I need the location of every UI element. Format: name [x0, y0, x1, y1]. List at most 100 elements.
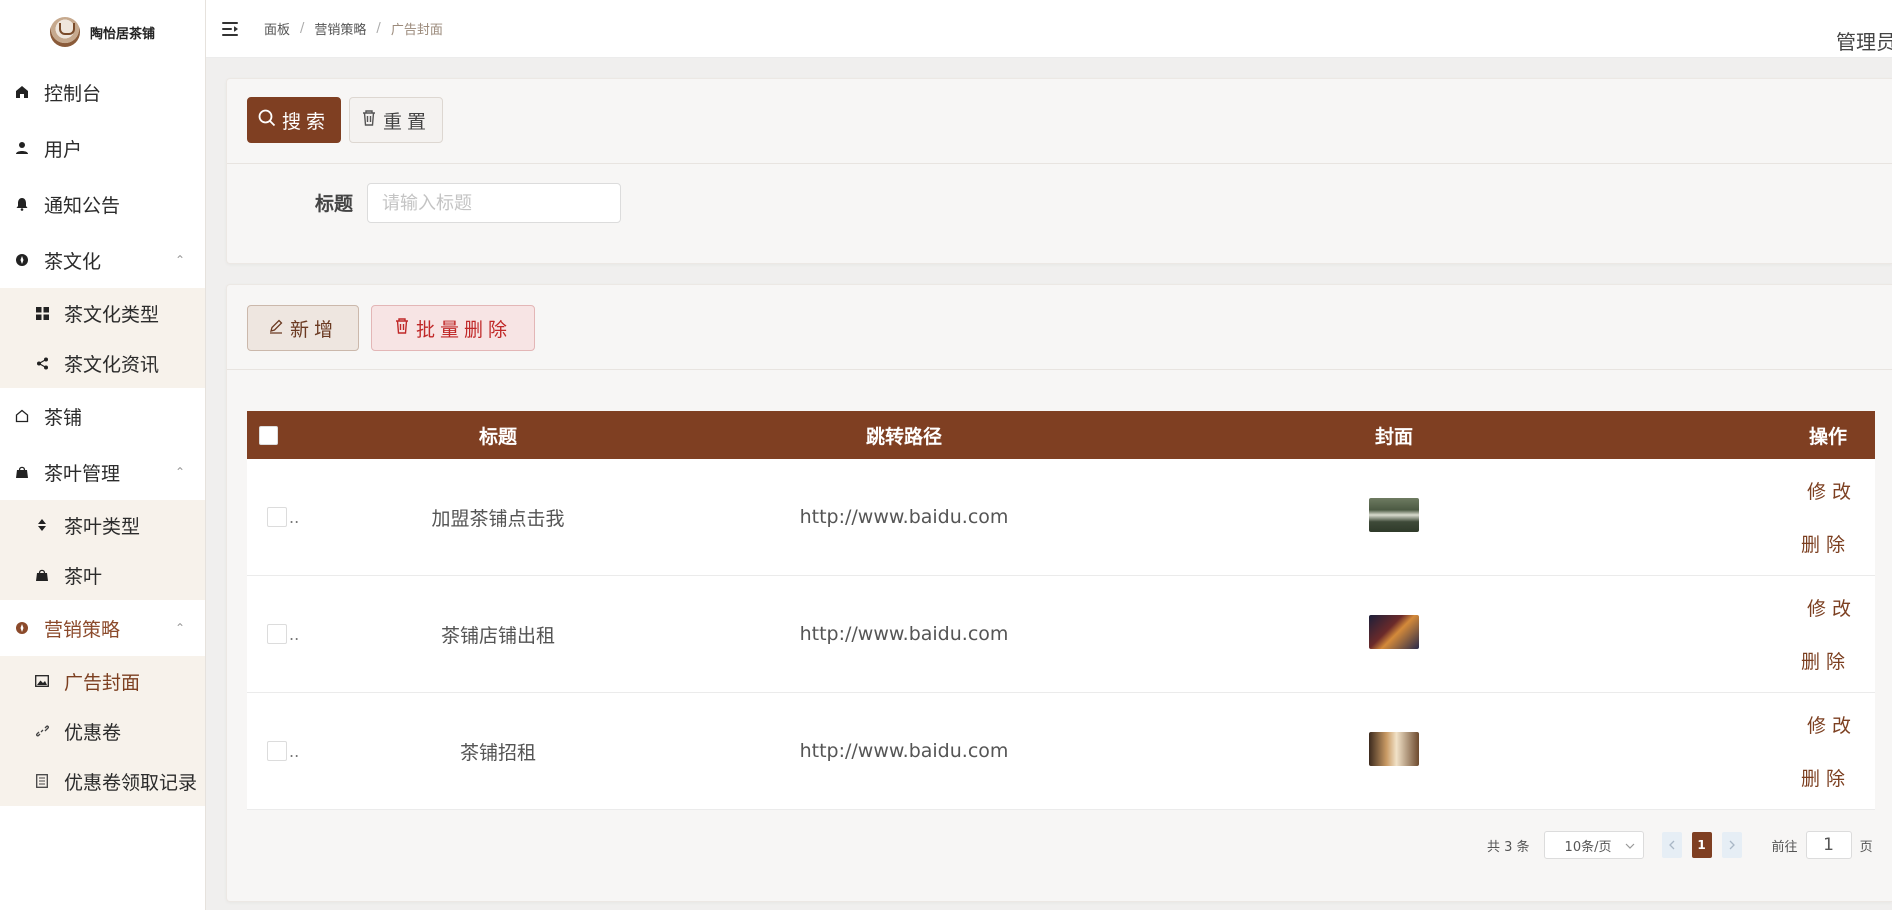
sort-icon	[34, 517, 50, 533]
sidebar-item-label: 茶叶管理	[44, 462, 121, 485]
title-search-input[interactable]	[367, 183, 621, 223]
page-number-current[interactable]: 1	[1691, 832, 1712, 858]
submenu-tea-culture: 茶文化类型 茶文化资讯	[0, 288, 205, 388]
sidebar-item-label: 茶叶	[64, 565, 103, 588]
teapot-logo-icon	[49, 17, 80, 47]
bag-icon	[34, 567, 50, 583]
chevron-down-icon	[1625, 838, 1635, 853]
share-icon	[34, 355, 50, 371]
breadcrumb-item-current: 广告封面	[390, 23, 443, 38]
row-url: http://www.baidu.com	[799, 506, 1009, 528]
breadcrumb-item-panel[interactable]: 面板	[264, 19, 290, 38]
sidebar-item-tea-management[interactable]: 茶叶管理 ⌃	[0, 444, 205, 500]
sidebar-item-label: 茶文化	[44, 250, 102, 273]
image-icon	[34, 673, 50, 689]
edit-link[interactable]: 修改	[1807, 594, 1857, 621]
sidebar-item-coupon-records[interactable]: 优惠卷领取记录	[0, 756, 205, 806]
sidebar-item-tea-shop[interactable]: 茶铺	[0, 388, 205, 444]
grid-icon	[34, 305, 50, 321]
reset-button-label: 重置	[382, 110, 431, 133]
row-title: 茶铺招租	[459, 741, 536, 764]
delete-link[interactable]: 删除	[1801, 647, 1851, 674]
edit-link[interactable]: 修改	[1807, 477, 1857, 504]
menu-toggle-icon[interactable]	[222, 21, 240, 36]
sidebar-item-notices[interactable]: 通知公告	[0, 176, 205, 232]
header-url: 跳转路径	[865, 425, 942, 448]
admin-menu[interactable]: 管理员	[1836, 26, 1892, 55]
sidebar-item-coupons[interactable]: 优惠卷	[0, 706, 205, 756]
user-icon	[14, 140, 30, 156]
delete-link[interactable]: 删除	[1801, 530, 1851, 557]
sidebar-item-marketing[interactable]: 营销策略 ⌃	[0, 600, 205, 656]
pagination-total: 共 3 条	[1487, 839, 1530, 855]
edit-link[interactable]: 修改	[1807, 711, 1857, 738]
goto-page: 前往 1 页	[1772, 831, 1873, 859]
batch-delete-button[interactable]: 批量删除	[371, 305, 535, 351]
sidebar-item-ad-cover[interactable]: 广告封面	[0, 656, 205, 706]
cover-image[interactable]	[1369, 614, 1419, 649]
sidebar-item-label: 广告封面	[64, 671, 141, 694]
table-row: .. 茶铺店铺出租 http://www.baidu.com 修改 删除	[247, 576, 1875, 693]
row-title: 茶铺店铺出租	[440, 624, 555, 647]
chevron-up-icon: ⌃	[174, 621, 185, 635]
pagination: 共 3 条 10条/页 1 前往 1 页	[1487, 831, 1873, 859]
sidebar-item-label: 控制台	[44, 82, 102, 105]
link-icon	[34, 723, 50, 739]
add-button[interactable]: 新增	[247, 305, 359, 351]
goto-prefix: 前往	[1771, 839, 1798, 855]
brand[interactable]: 陶怡居茶铺	[0, 0, 205, 64]
row-checkbox[interactable]	[267, 507, 287, 527]
bag-icon	[14, 464, 30, 480]
row-url: http://www.baidu.com	[799, 740, 1009, 762]
house-outline-icon	[14, 408, 30, 424]
page-size-select[interactable]: 10条/页	[1543, 831, 1644, 859]
prev-page-button[interactable]	[1661, 832, 1682, 858]
edit-icon	[268, 318, 284, 339]
header-cover: 封面	[1374, 425, 1413, 448]
compass-icon	[14, 252, 30, 268]
sidebar-item-tea-types[interactable]: 茶叶类型	[0, 500, 205, 550]
sidebar-item-tea-culture-news[interactable]: 茶文化资讯	[0, 338, 205, 388]
header-ops: 操作	[1808, 425, 1847, 448]
row-url: http://www.baidu.com	[799, 623, 1009, 645]
sidebar-item-tea-culture[interactable]: 茶文化 ⌃	[0, 232, 205, 288]
cover-image[interactable]	[1369, 731, 1419, 766]
sidebar-item-label: 优惠卷领取记录	[64, 771, 198, 794]
submenu-marketing: 广告封面 优惠卷 优惠卷领取记录	[0, 656, 205, 806]
search-panel: 搜索 重置 标题	[226, 78, 1892, 264]
compass-icon	[14, 620, 30, 636]
trash-icon	[394, 317, 410, 340]
sidebar-item-label: 用户	[44, 138, 83, 161]
sidebar-item-label: 茶文化资讯	[64, 353, 160, 376]
add-button-label: 新增	[289, 318, 338, 341]
row-checkbox[interactable]	[267, 741, 287, 761]
ad-cover-table: 标题 跳转路径 封面 操作 .. 加盟茶铺点击我 http://www.baid…	[247, 411, 1875, 810]
sidebar-item-label: 茶叶类型	[64, 515, 141, 538]
next-page-button[interactable]	[1721, 832, 1742, 858]
document-icon	[34, 773, 50, 789]
row-title: 加盟茶铺点击我	[431, 507, 565, 530]
sidebar-item-tea[interactable]: 茶叶	[0, 550, 205, 600]
goto-page-input[interactable]: 1	[1805, 831, 1852, 859]
brand-name: 陶怡居茶铺	[89, 26, 155, 42]
delete-link[interactable]: 删除	[1801, 764, 1851, 791]
breadcrumb-item-marketing[interactable]: 营销策略	[314, 19, 366, 38]
search-icon	[258, 109, 276, 132]
sidebar-item-users[interactable]: 用户	[0, 120, 205, 176]
cover-image[interactable]	[1369, 497, 1419, 532]
select-all-checkbox[interactable]	[259, 425, 278, 445]
reset-button[interactable]: 重置	[349, 97, 443, 143]
title-label: 标题	[315, 193, 354, 215]
trash-icon	[361, 109, 377, 132]
app-root: 陶怡居茶铺 控制台 用户 通知公告 茶文化 ⌃ 茶文化类型 茶文化资讯 茶铺 茶…	[0, 0, 1892, 910]
sidebar-item-tea-culture-types[interactable]: 茶文化类型	[0, 288, 205, 338]
sidebar-item-dashboard[interactable]: 控制台	[0, 64, 205, 120]
sidebar-item-label: 茶铺	[44, 406, 83, 429]
breadcrumb: 面板 / 营销策略 / 广告封面	[264, 19, 443, 38]
page-size-value: 10条/页	[1564, 839, 1612, 855]
search-button[interactable]: 搜索	[247, 97, 341, 143]
row-checkbox[interactable]	[267, 624, 287, 644]
sidebar: 陶怡居茶铺 控制台 用户 通知公告 茶文化 ⌃ 茶文化类型 茶文化资讯 茶铺 茶…	[0, 0, 206, 910]
table-row: .. 茶铺招租 http://www.baidu.com 修改 删除	[247, 693, 1875, 810]
submenu-tea-management: 茶叶类型 茶叶	[0, 500, 205, 600]
